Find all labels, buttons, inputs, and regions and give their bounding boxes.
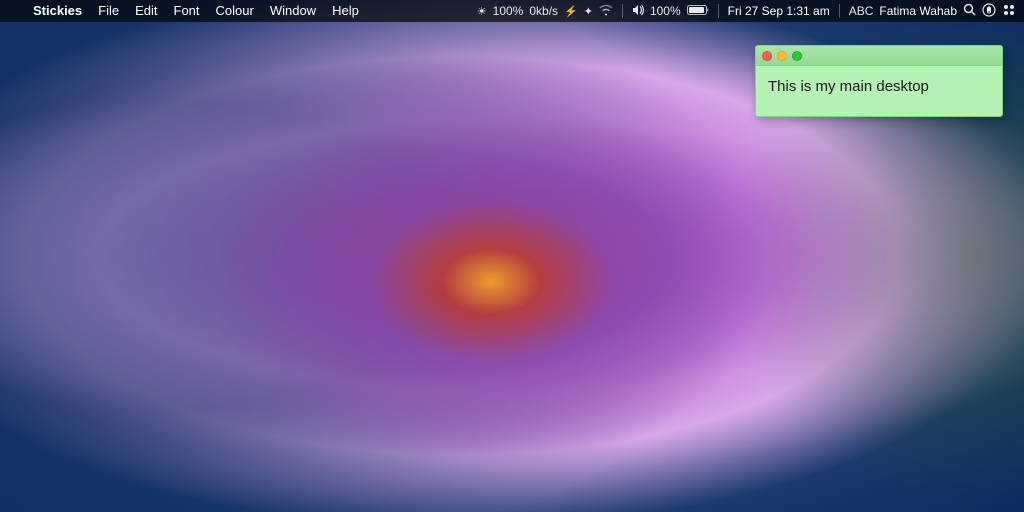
battery-pct: 100% bbox=[650, 4, 681, 18]
sticky-maximize-button[interactable] bbox=[792, 51, 802, 61]
user-name[interactable]: Fatima Wahab bbox=[879, 4, 957, 18]
search-icon[interactable] bbox=[963, 3, 976, 19]
divider bbox=[622, 4, 623, 18]
app-name[interactable]: Stickies bbox=[26, 0, 89, 22]
divider3 bbox=[839, 4, 840, 18]
sticky-titlebar bbox=[756, 46, 1002, 66]
volume-icon[interactable] bbox=[632, 4, 644, 19]
menubar-left: Stickies File Edit Font Colour Window He… bbox=[8, 0, 477, 22]
network-speed: 0kb/s bbox=[529, 4, 558, 18]
sticky-content[interactable]: This is my main desktop bbox=[756, 66, 1002, 116]
menu-edit[interactable]: Edit bbox=[128, 0, 164, 22]
brightness-icon: ☀ bbox=[477, 5, 487, 18]
sticky-minimize-button[interactable] bbox=[777, 51, 787, 61]
menu-font[interactable]: Font bbox=[167, 0, 207, 22]
bluetooth-icon[interactable]: ✦ bbox=[584, 5, 593, 18]
menu-help[interactable]: Help bbox=[325, 0, 366, 22]
divider2 bbox=[718, 4, 719, 18]
sticky-close-button[interactable] bbox=[762, 51, 772, 61]
brightness-value: 100% bbox=[493, 4, 524, 18]
wifi-icon[interactable] bbox=[599, 4, 613, 19]
menu-window[interactable]: Window bbox=[263, 0, 323, 22]
datetime: Fri 27 Sep 1:31 am bbox=[728, 4, 830, 18]
sticky-note: This is my main desktop bbox=[755, 45, 1003, 117]
desktop: Stickies File Edit Font Colour Window He… bbox=[0, 0, 1024, 512]
menubar-right: ☀ 100% 0kb/s ⚡ ✦ 100% bbox=[477, 3, 1016, 20]
ime-indicator[interactable]: ABC bbox=[849, 4, 874, 18]
control-center-icon[interactable] bbox=[1002, 3, 1016, 20]
notification-icon[interactable] bbox=[982, 3, 996, 20]
power-icon: ⚡ bbox=[564, 5, 578, 18]
menu-colour[interactable]: Colour bbox=[209, 0, 261, 22]
battery-icon bbox=[687, 4, 709, 19]
menu-file[interactable]: File bbox=[91, 0, 126, 22]
menubar: Stickies File Edit Font Colour Window He… bbox=[0, 0, 1024, 22]
